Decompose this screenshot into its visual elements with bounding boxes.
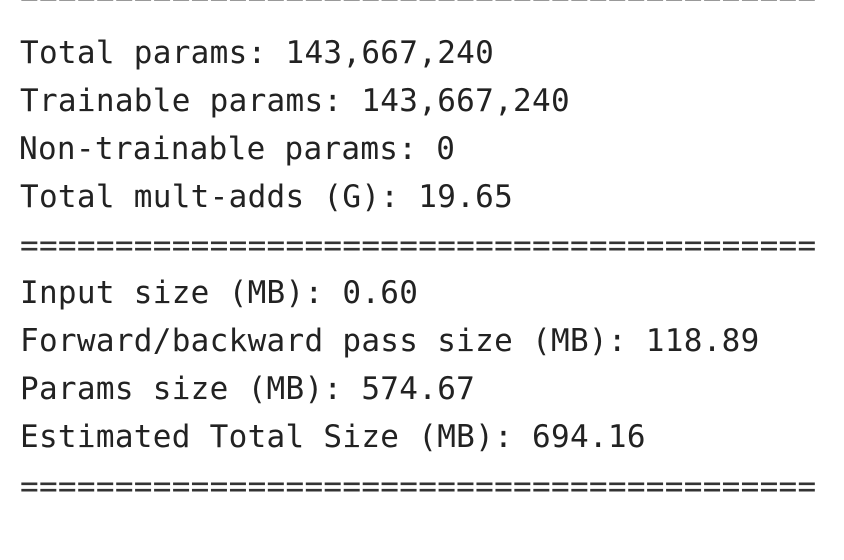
input-size-line: Input size (MB): 0.60 (20, 275, 419, 311)
console-output: ========================================… (20, 0, 844, 560)
total-params-line: Total params: 143,667,240 (20, 35, 495, 71)
params-size-line: Params size (MB): 574.67 (20, 371, 476, 407)
separator-line: ========================================… (20, 228, 817, 264)
separator-line: ========================================… (20, 469, 817, 505)
non-trainable-params-line: Non-trainable params: 0 (20, 131, 456, 167)
total-mult-adds-line: Total mult-adds (G): 19.65 (20, 179, 514, 215)
forward-backward-size-line: Forward/backward pass size (MB): 118.89 (20, 323, 760, 359)
estimated-total-size-line: Estimated Total Size (MB): 694.16 (20, 419, 646, 455)
separator-line: ========================================… (20, 0, 844, 14)
trainable-params-line: Trainable params: 143,667,240 (20, 83, 570, 119)
